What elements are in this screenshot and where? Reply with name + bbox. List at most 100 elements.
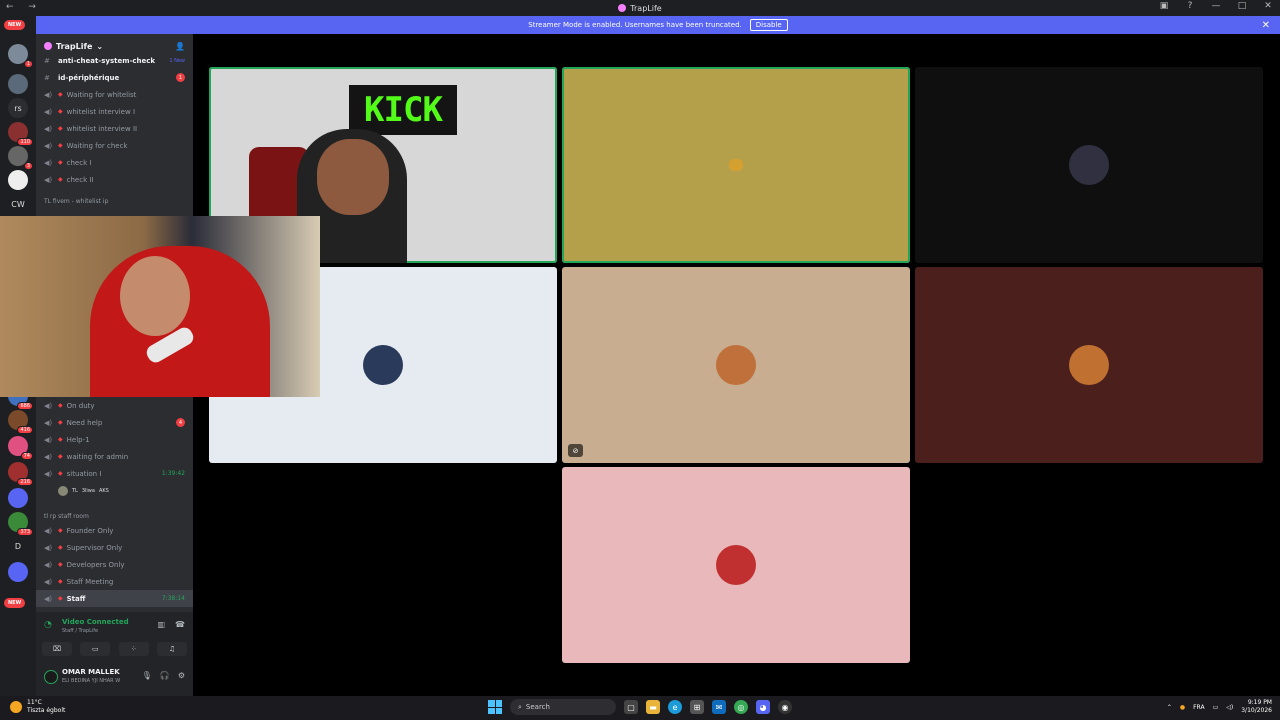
lower_items-server-icon-1[interactable]: 416 [8,410,33,434]
file-explorer-icon[interactable]: ▬ [646,700,660,714]
voice-channel[interactable]: ◀) ◆ waiting for admin [36,448,193,465]
soundboard-button[interactable]: ♫ [156,642,187,656]
speaker-icon: ◀) [44,452,53,461]
items-server-icon-4[interactable]: 3 [8,146,33,170]
webcam-overlay [0,216,320,397]
voice-channel[interactable]: ◀) ◆ whitelist interview II [36,120,193,137]
help-icon[interactable]: ? [1184,1,1196,11]
voice-channel[interactable]: ◀) ◆ Staff Meeting [36,573,193,590]
text-channel[interactable]: # anti-cheat-system-check 1 New [36,52,193,69]
close-banner-icon[interactable]: ✕ [1262,20,1270,31]
voice-channel[interactable]: ◀) ◆ whitelist interview I [36,103,193,120]
category-whitelist[interactable]: TL fivem - whitelist ip [44,198,108,205]
voice-channel[interactable]: ◀) ◆ Waiting for check [36,137,193,154]
participant-avatar [363,345,403,385]
add-user-icon[interactable]: 👤 [175,42,185,51]
mail-icon[interactable]: ✉ [712,700,726,714]
category-staff[interactable]: tl rp staff room [44,513,89,520]
language-indicator[interactable]: FRA [1193,704,1204,711]
headphones-icon[interactable]: 🎧 [160,671,170,680]
streamer-mode-banner: Streamer Mode is enabled. Usernames have… [36,16,1280,34]
voice-channel[interactable]: ◀) ◆ Founder Only [36,522,193,539]
camera-off-button[interactable]: ⌧ [42,642,72,656]
microphone-icon[interactable]: 🎙 [142,671,152,680]
discord-icon[interactable]: ◕ [756,700,770,714]
lower_items-server-icon-6[interactable]: D [8,536,28,556]
lower_items-server-icon-2[interactable]: 74 [8,436,33,460]
video-tile-4[interactable]: ⊘ [562,267,910,463]
new-pill[interactable]: NEW [4,20,26,30]
chevron-up-icon[interactable]: ⌃ [1167,704,1172,711]
voice-channel[interactable]: ◀) ◆ Developers Only [36,556,193,573]
search-icon: ⌕ [518,702,522,711]
screen-share-button[interactable]: ▭ [80,642,111,656]
voice-channel[interactable]: ◀) ◆ Need help 4 [36,414,193,431]
video-grid: KICK ⊘ [193,34,1280,696]
clock[interactable]: 9:19 PM 3/10/2026 [1241,699,1272,715]
taskbar-search[interactable]: ⌕ Search [510,699,616,715]
noise-suppression-icon[interactable]: ▥ [157,620,165,629]
hashtag-icon: # [44,56,50,65]
speaker-icon: ◀) [44,158,53,167]
voice-channel[interactable]: ◀) ◆ Help-1 [36,431,193,448]
voice-channel[interactable]: ◀) ◆ situation I 1:39:42 [36,465,193,482]
user-avatar[interactable] [44,670,58,684]
video-tile-6[interactable] [562,467,910,663]
voice-channel[interactable]: ◀) ◆ check II [36,171,193,188]
items-server-icon-1[interactable] [8,74,28,94]
tray-mic-icon[interactable]: ● [1180,704,1185,711]
voice-member-row[interactable]: TL 3liwa AKS [36,482,193,499]
edge-icon[interactable]: e [668,700,682,714]
items-server-icon-2[interactable]: rs [8,98,28,118]
disable-button[interactable]: Disable [749,19,788,31]
voice-channel[interactable]: ◀) ◆ On duty [36,397,193,414]
items-server-icon-3[interactable]: 110 [8,122,33,146]
voice-location[interactable]: Staff / TrapLife [62,628,98,634]
lower_items-server-icon-5[interactable]: 373 [8,512,33,536]
video-tile-5[interactable] [915,267,1263,463]
voice-channel[interactable]: ◀) ◆ Waiting for whitelist [36,86,193,103]
items-server-icon-6[interactable]: CW [8,194,28,214]
task-view-icon[interactable]: ▢ [624,700,638,714]
voice-channel[interactable]: ◀) ◆ Supervisor Only [36,539,193,556]
chrome-icon[interactable]: ◎ [734,700,748,714]
speaker-icon: ◀) [44,124,53,133]
settings-gear-icon[interactable]: ⚙ [178,671,185,680]
lower_items-server-icon-7[interactable] [8,562,28,582]
start-icon[interactable] [488,700,502,714]
voice-channel[interactable]: ◀) ◆ check I [36,154,193,171]
close-window-button[interactable]: ✕ [1262,1,1274,11]
items-server-icon-5[interactable] [8,170,28,190]
chevron-down-icon: ⌄ [96,41,104,51]
volume-icon[interactable]: ◁) [1226,704,1233,711]
channel-emoji-icon: ◆ [58,419,63,426]
speaker-icon: ◀) [44,107,53,116]
minimize-button[interactable]: — [1210,1,1222,11]
activities-button[interactable]: ⁘ [118,642,149,656]
video-tile-1[interactable] [562,67,910,263]
member-name: 3liwa [81,487,95,494]
weather-widget[interactable]: 11°C Tiszta égbolt [10,699,65,715]
nav-arrows[interactable]: ← → [6,2,42,12]
channel-name: situation I [66,469,102,478]
user-name[interactable]: OMAR MALLEK [62,668,120,676]
call-timer: 1:39:42 [161,470,185,477]
mention-badge: 216 [17,478,33,486]
voice-status[interactable]: Video Connected [62,618,129,626]
lower_items-server-icon-3[interactable]: 216 [8,462,33,486]
inbox-icon[interactable]: ▣ [1158,1,1170,11]
mention-badge: 416 [17,426,33,434]
text-channel[interactable]: # id-périphérique 1 [36,69,193,86]
unread-badge: 1 [176,73,185,82]
voice-channel[interactable]: ◀) ◆ Staff 7:38:14 [36,590,193,607]
store-icon[interactable]: ⊞ [690,700,704,714]
obs-icon[interactable]: ◉ [778,700,792,714]
new-pill-bottom[interactable]: NEW [4,598,26,608]
member-name: AKS [98,487,109,494]
network-icon[interactable]: ▭ [1213,704,1219,711]
lower_items-server-icon-4[interactable] [8,488,28,508]
maximize-button[interactable]: □ [1236,1,1248,11]
disconnect-icon[interactable]: ☎ [175,620,185,629]
video-tile-2[interactable] [915,67,1263,263]
items-server-icon-0[interactable]: 1 [8,44,33,68]
